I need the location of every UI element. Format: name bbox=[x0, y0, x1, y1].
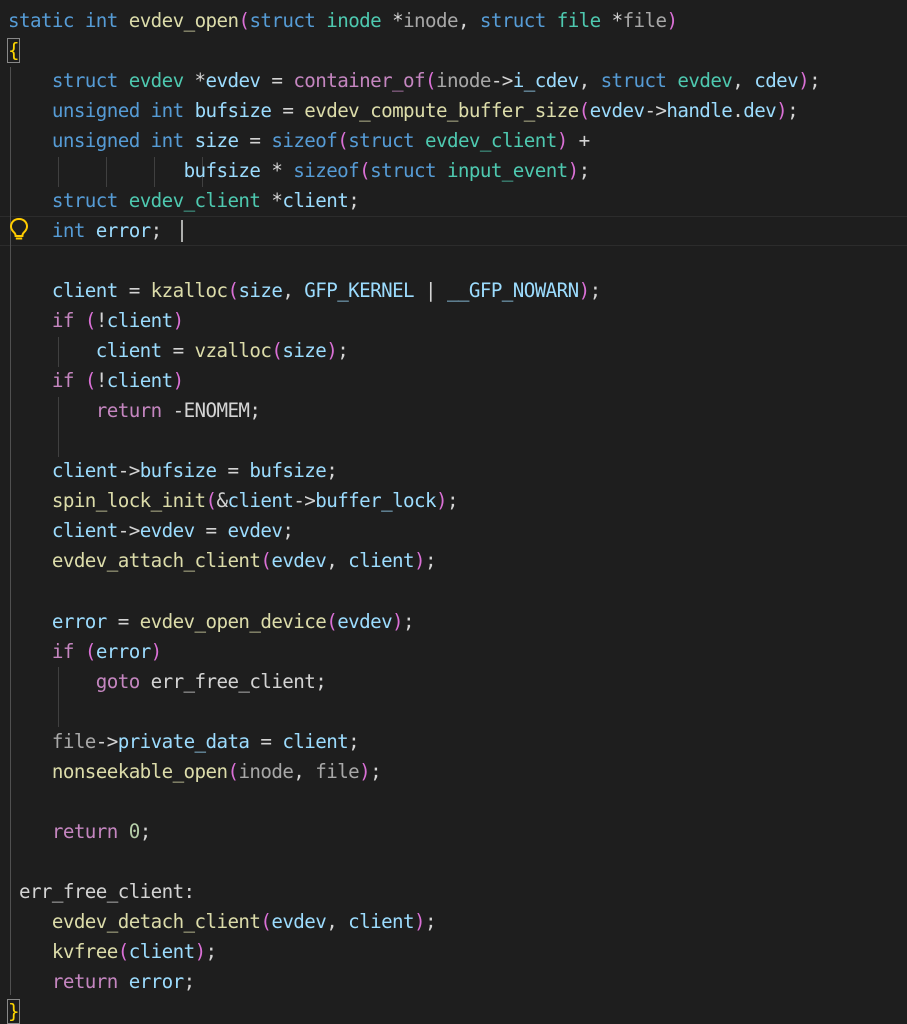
code-line[interactable]: evdev_detach_client(evdev, client); bbox=[0, 907, 437, 937]
code-line[interactable]: err_free_client: bbox=[0, 877, 195, 907]
code-line[interactable]: return error; bbox=[0, 967, 195, 997]
code-line[interactable]: evdev_attach_client(evdev, client); bbox=[0, 546, 437, 576]
code-line[interactable]: if (!client) bbox=[0, 366, 184, 396]
code-line[interactable]: spin_lock_init(&client->buffer_lock); bbox=[0, 486, 459, 516]
code-line[interactable]: client->evdev = evdev; bbox=[0, 516, 294, 546]
code-line[interactable]: } bbox=[0, 997, 46, 1024]
code-line[interactable]: file->private_data = client; bbox=[0, 727, 360, 757]
code-line[interactable]: return -ENOMEM; bbox=[0, 396, 261, 426]
code-line[interactable]: static int evdev_open(struct inode *inod… bbox=[0, 6, 678, 36]
code-line[interactable]: client->bufsize = bufsize; bbox=[0, 456, 338, 486]
code-line[interactable]: int error; bbox=[0, 216, 162, 246]
code-line[interactable]: return 0; bbox=[0, 817, 151, 847]
code-line[interactable]: struct evdev_client *client; bbox=[0, 186, 360, 216]
code-line[interactable]: nonseekable_open(inode, file); bbox=[0, 757, 382, 787]
code-line[interactable]: struct evdev *evdev = container_of(inode… bbox=[0, 66, 821, 96]
code-line[interactable]: unsigned int bufsize = evdev_compute_buf… bbox=[0, 96, 799, 126]
code-line[interactable]: kvfree(client); bbox=[0, 937, 217, 967]
text-cursor bbox=[181, 220, 183, 242]
code-line[interactable]: error = evdev_open_device(evdev); bbox=[0, 607, 415, 637]
code-editor[interactable]: static int evdev_open(struct inode *inod… bbox=[0, 0, 907, 1024]
code-line[interactable]: if (error) bbox=[0, 637, 162, 667]
code-line[interactable]: client = kzalloc(size, GFP_KERNEL | __GF… bbox=[0, 276, 601, 306]
code-line[interactable]: { bbox=[0, 36, 46, 66]
code-line[interactable]: unsigned int size = sizeof(struct evdev_… bbox=[0, 126, 590, 156]
code-line[interactable]: goto err_free_client; bbox=[0, 667, 327, 697]
code-line[interactable]: if (!client) bbox=[0, 306, 184, 336]
code-line[interactable]: client = vzalloc(size); bbox=[0, 336, 349, 366]
code-line[interactable]: bufsize * sizeof(struct input_event); bbox=[0, 156, 591, 186]
